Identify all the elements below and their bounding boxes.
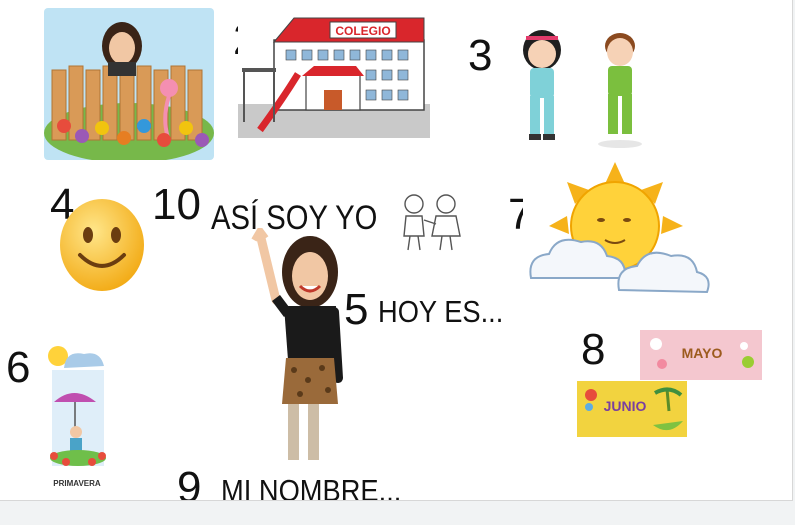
junio-card-icon[interactable]: JUNIO (577, 381, 687, 437)
whiteboard-canvas: 1 2 (0, 0, 793, 501)
number-3: 3 (468, 31, 493, 80)
spring-season-icon[interactable]: PRIMAVERA (44, 344, 110, 492)
holding-hands-kids-icon[interactable] (396, 190, 466, 256)
hoy-es-label[interactable]: HOY ES... (378, 296, 503, 327)
mayo-text: MAYO (682, 345, 723, 361)
mi-nombre-label[interactable]: MI NOMBRE... (221, 475, 401, 500)
sun-clouds-weather-icon[interactable] (523, 160, 713, 302)
number-8: 8 (581, 325, 606, 374)
number-10: 10 (152, 180, 201, 229)
smiley-face-icon[interactable] (58, 197, 146, 293)
number-5: 5 (344, 285, 369, 334)
number-9: 9 (177, 463, 202, 501)
colegio-sign: COLEGIO (335, 24, 390, 38)
garden-avatar-icon[interactable] (44, 8, 214, 160)
junio-text: JUNIO (604, 398, 647, 414)
mayo-card-icon[interactable]: MAYO (640, 330, 762, 380)
primavera-text: PRIMAVERA (53, 479, 101, 488)
number-6: 6 (6, 343, 31, 392)
bitmoji-avatar-figure[interactable] (248, 228, 358, 466)
school-building-icon[interactable]: COLEGIO (238, 12, 430, 138)
kids-icon[interactable] (512, 24, 652, 150)
